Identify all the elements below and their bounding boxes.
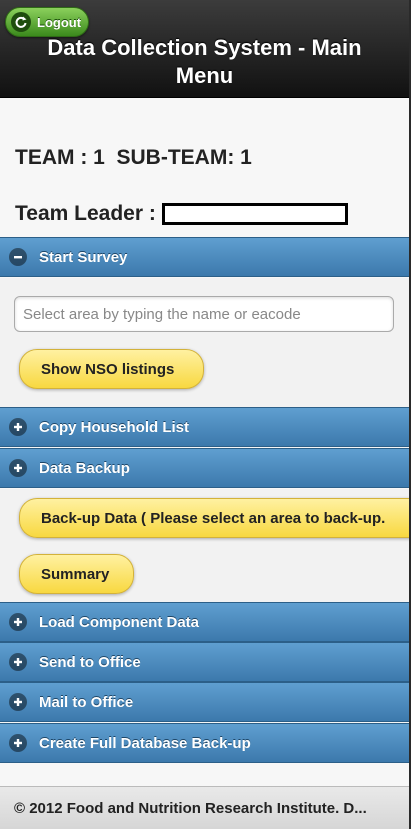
minus-circle-icon: [9, 248, 27, 266]
main-menu-page: Logout Data Collection System - Main Men…: [0, 0, 411, 829]
area-search-input[interactable]: [14, 296, 394, 332]
team-leader-label: Team Leader :: [15, 202, 156, 225]
plus-circle-icon: [9, 459, 27, 477]
redacted-name-box: [161, 203, 348, 225]
plus-circle-icon: [9, 734, 27, 752]
backup-data-button[interactable]: Back-up Data ( Please select an area to …: [19, 498, 409, 538]
team-leader-line: Team Leader :: [15, 202, 348, 226]
section-label: Mail to Office: [39, 693, 134, 711]
refresh-icon: [11, 12, 31, 32]
section-mail-to-office[interactable]: Mail to Office: [0, 682, 409, 722]
plus-circle-icon: [9, 418, 27, 436]
section-send-to-office[interactable]: Send to Office: [0, 642, 409, 682]
logout-button[interactable]: Logout: [5, 7, 89, 37]
section-label: Send to Office: [39, 653, 141, 671]
plus-circle-icon: [9, 653, 27, 671]
plus-circle-icon: [9, 613, 27, 631]
copyright-text: © 2012 Food and Nutrition Research Insti…: [14, 799, 367, 817]
button-label: Back-up Data ( Please select an area to …: [41, 509, 386, 527]
section-label: Load Component Data: [39, 613, 199, 631]
section-label: Data Backup: [39, 459, 130, 477]
header-bar: Logout Data Collection System - Main Men…: [0, 0, 409, 98]
button-label: Summary: [41, 565, 110, 583]
section-copy-household-list[interactable]: Copy Household List: [0, 407, 409, 447]
section-create-full-database-backup[interactable]: Create Full Database Back-up: [0, 723, 409, 763]
section-label: Copy Household List: [39, 418, 189, 436]
page-title: Data Collection System - Main Menu: [47, 35, 362, 88]
team-info: TEAM : 1 SUB-TEAM: 1: [15, 146, 252, 169]
section-load-component-data[interactable]: Load Component Data: [0, 602, 409, 642]
summary-button[interactable]: Summary: [19, 554, 134, 594]
section-data-backup[interactable]: Data Backup: [0, 448, 409, 488]
show-nso-listings-button[interactable]: Show NSO listings: [19, 349, 204, 389]
section-label: Start Survey: [39, 248, 128, 266]
section-start-survey[interactable]: Start Survey: [0, 237, 409, 277]
footer: © 2012 Food and Nutrition Research Insti…: [0, 786, 409, 829]
section-label: Create Full Database Back-up: [39, 734, 251, 752]
button-label: Show NSO listings: [41, 360, 175, 378]
plus-circle-icon: [9, 693, 27, 711]
logout-label: Logout: [37, 14, 82, 30]
